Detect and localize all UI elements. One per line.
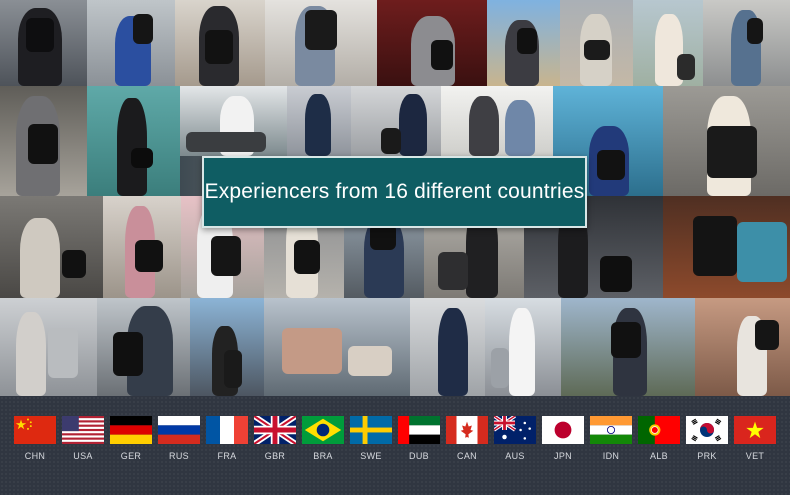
india-flag-icon [590,416,632,444]
flag-item: RUS [158,416,200,461]
photo-tile [351,86,441,156]
photo-tile [663,196,790,298]
flag-item: GER [110,416,152,461]
flag-code: CHN [24,451,46,461]
portugal-flag-icon [638,416,680,444]
flag-code: BRA [313,451,333,461]
flag-item: FRA [206,416,248,461]
vietnam-flag-icon [734,416,776,444]
photo-tile [485,298,561,396]
uk-flag-icon [254,416,296,444]
flag-item: GBR [254,416,296,461]
flag-code: PRK [697,451,717,461]
photo-tile [560,0,633,86]
photo-tile [695,298,790,396]
flag-item: SWE [350,416,392,461]
photo-tile [633,0,703,86]
flag-code: DUB [409,451,429,461]
photo-tile [264,298,410,396]
photo-tile [703,0,790,86]
photo-tile [87,0,175,86]
flag-code: USA [73,451,93,461]
flag-code: GER [120,451,142,461]
flag-code: IDN [602,451,620,461]
flag-item: JPN [542,416,584,461]
photo-tile [663,86,790,196]
russia-flag-icon [158,416,200,444]
usa-flag-icon [62,416,104,444]
germany-flag-icon [110,416,152,444]
flag-item: USA [62,416,104,461]
photo-tile [287,86,351,156]
flag-code: GBR [264,451,286,461]
flag-bar: CHN USA GER RUS FRA GBR BRA SWE DUB CAN … [0,396,790,495]
flag-code: RUS [169,451,189,461]
photo-tile [265,0,377,86]
photo-tile [377,0,487,86]
flag-item: IDN [590,416,632,461]
france-flag-icon [206,416,248,444]
canada-flag-icon [446,416,488,444]
flag-item: DUB [398,416,440,461]
brazil-flag-icon [302,416,344,444]
sweden-flag-icon [350,416,392,444]
photo-tile [487,0,560,86]
flag-code: JPN [554,451,572,461]
flag-item: CHN [14,416,56,461]
photo-collage: Experiencers from 16 different countries [0,0,790,396]
countries-banner: Experiencers from 16 different countries [202,156,587,228]
flag-code: VET [745,451,765,461]
australia-flag-icon [494,416,536,444]
flag-code: AUS [505,451,525,461]
photo-tile [180,86,287,156]
china-flag-icon [14,416,56,444]
photo-tile [190,298,264,396]
flag-code: CAN [457,451,477,461]
photo-tile [97,298,190,396]
photo-tile [175,0,265,86]
flag-item: VET [734,416,776,461]
flag-item: ALB [638,416,680,461]
photo-tile [441,86,553,156]
flag-code: ALB [650,451,668,461]
photo-tile [0,86,87,196]
photo-tile [0,0,87,86]
flag-item: CAN [446,416,488,461]
photo-tile [0,196,103,298]
flag-item: AUS [494,416,536,461]
flag-code: SWE [360,451,382,461]
korea-flag-icon [686,416,728,444]
photo-tile [561,298,695,396]
flag-item: BRA [302,416,344,461]
japan-flag-icon [542,416,584,444]
photo-tile [410,298,485,396]
photo-tile [103,196,181,298]
flag-item: PRK [686,416,728,461]
photo-tile [0,298,97,396]
photo-tile [87,86,180,196]
flag-code: FRA [217,451,237,461]
uae-flag-icon [398,416,440,444]
